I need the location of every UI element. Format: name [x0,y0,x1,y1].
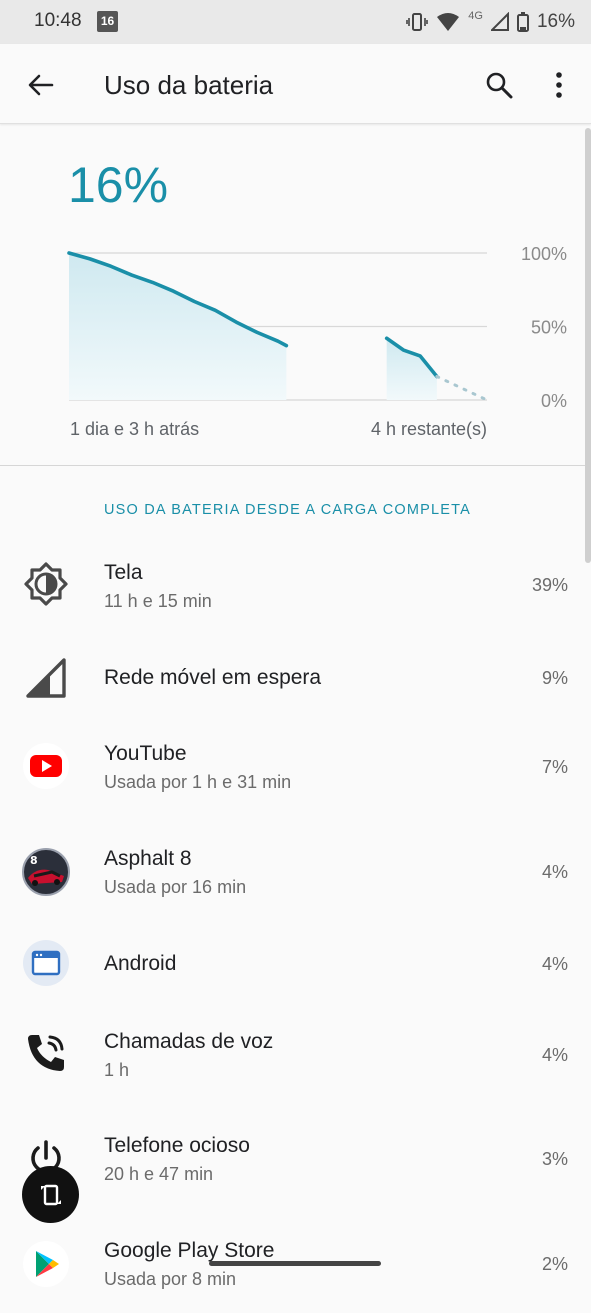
page-title: Uso da bateria [104,70,274,100]
usage-item-rede-movel[interactable]: Rede móvel em espera 9% [0,630,591,730]
usage-item-percent: 4% [541,1045,568,1065]
chart-time-remaining: 4 h restante(s) [370,419,487,439]
asphalt-8-icon: 8 [22,848,70,896]
battery-percent-status: 16% [536,11,575,32]
search-icon[interactable] [484,70,514,100]
usage-item-title: Android [104,952,177,975]
usage-item-asphalt-8[interactable]: 8 Asphalt 8 Usada por 16 min 4% [0,821,591,921]
usage-item-percent: 2% [541,1254,568,1274]
chart-y-tick-label: 50% [531,318,567,338]
usage-item-title: Tela [104,561,143,584]
network-type: 4G [468,10,483,22]
status-bar: 10:48 16 4G 16% [0,0,591,44]
usage-item-tela[interactable]: Tela 11 h e 15 min 39% [0,534,591,634]
cell-signal-status-icon [490,12,509,31]
notification-badge: 16 [97,11,118,32]
usage-item-subtitle: 20 h e 47 min [104,1164,214,1184]
battery-chart-svg: 100% 50% 0% [67,244,567,411]
usage-item-title: Telefone ocioso [104,1134,250,1157]
app-bar: Uso da bateria [0,44,591,124]
battery-icon [516,12,529,32]
divider [0,465,585,466]
usage-item-percent: 7% [541,757,568,777]
usage-item-percent: 4% [541,954,568,974]
youtube-icon [22,742,70,790]
usage-item-subtitle: 11 h e 15 min [104,591,212,611]
cell-signal-icon [22,654,70,702]
back-arrow-icon[interactable] [26,70,56,100]
usage-item-subtitle: Usada por 1 h e 31 min [104,772,292,792]
brightness-icon [22,560,70,608]
wifi-icon [437,13,460,31]
usage-item-android[interactable]: Android 4% [0,916,591,1016]
usage-item-chamadas-de-voz[interactable]: Chamadas de voz 1 h 4% [0,1003,591,1103]
svg-text:8: 8 [30,854,38,867]
rotate-screen-button[interactable] [22,1166,79,1223]
usage-item-percent: 39% [531,575,568,595]
chart-time-ago: 1 dia e 3 h atrás [70,419,200,439]
screen-rotation-icon [40,1184,61,1205]
usage-item-subtitle: 1 h [104,1060,130,1080]
more-vert-icon[interactable] [549,70,569,100]
usage-item-title: Rede móvel em espera [104,666,322,689]
usage-item-title: Google Play Store [104,1239,275,1262]
chart-y-tick-label: 100% [521,244,567,264]
usage-item-subtitle: Usada por 16 min [104,877,247,897]
vibrate-icon [406,13,429,31]
battery-chart: 100% 50% 0% [0,230,591,440]
usage-item-title: Chamadas de voz [104,1030,274,1053]
battery-level: 16% [68,157,169,213]
status-icons: 4G 16% [406,8,575,36]
usage-item-percent: 9% [541,668,568,688]
android-os-icon [22,939,70,987]
gesture-nav-handle[interactable] [209,1261,381,1266]
phone-call-icon [22,1029,70,1077]
status-time: 10:48 [34,10,82,31]
chart-projection-line [435,374,489,402]
usage-item-telefone-ocioso[interactable]: Telefone ocioso 20 h e 47 min 3% [0,1108,591,1208]
usage-item-title: YouTube [104,742,187,765]
usage-item-title: Asphalt 8 [104,847,192,870]
section-header: USO DA BATERIA DESDE A CARGA COMPLETA [104,502,471,518]
usage-item-youtube[interactable]: YouTube Usada por 1 h e 31 min 7% [0,716,591,816]
usage-item-percent: 4% [541,862,568,882]
play-store-icon [22,1240,70,1288]
chart-y-tick-label: 0% [541,391,567,411]
usage-item-percent: 3% [541,1149,568,1169]
